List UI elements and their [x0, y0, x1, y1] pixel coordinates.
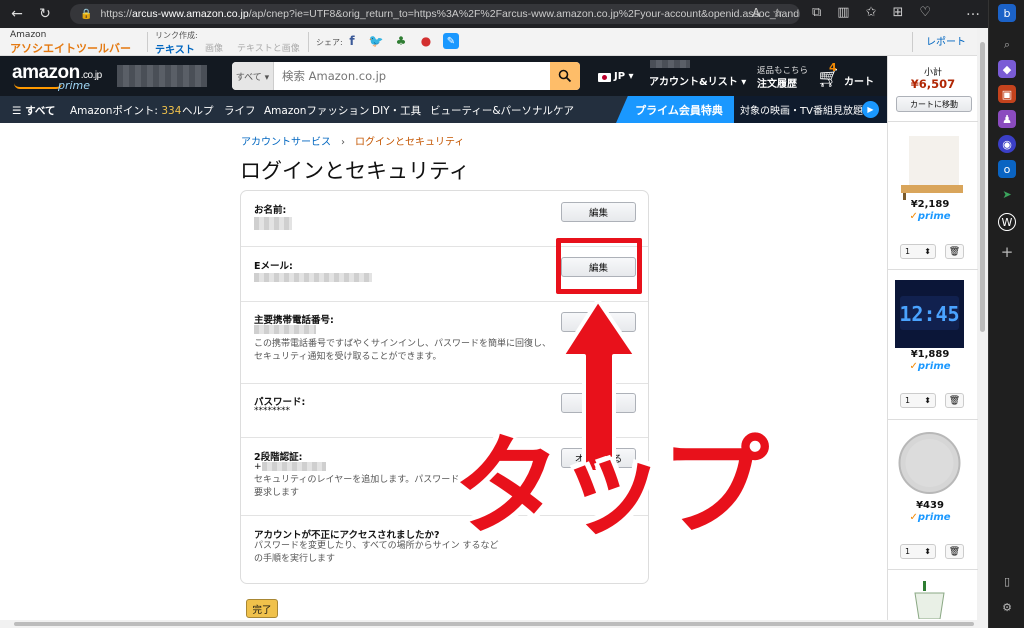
tap-annotation: タップ	[451, 425, 770, 550]
